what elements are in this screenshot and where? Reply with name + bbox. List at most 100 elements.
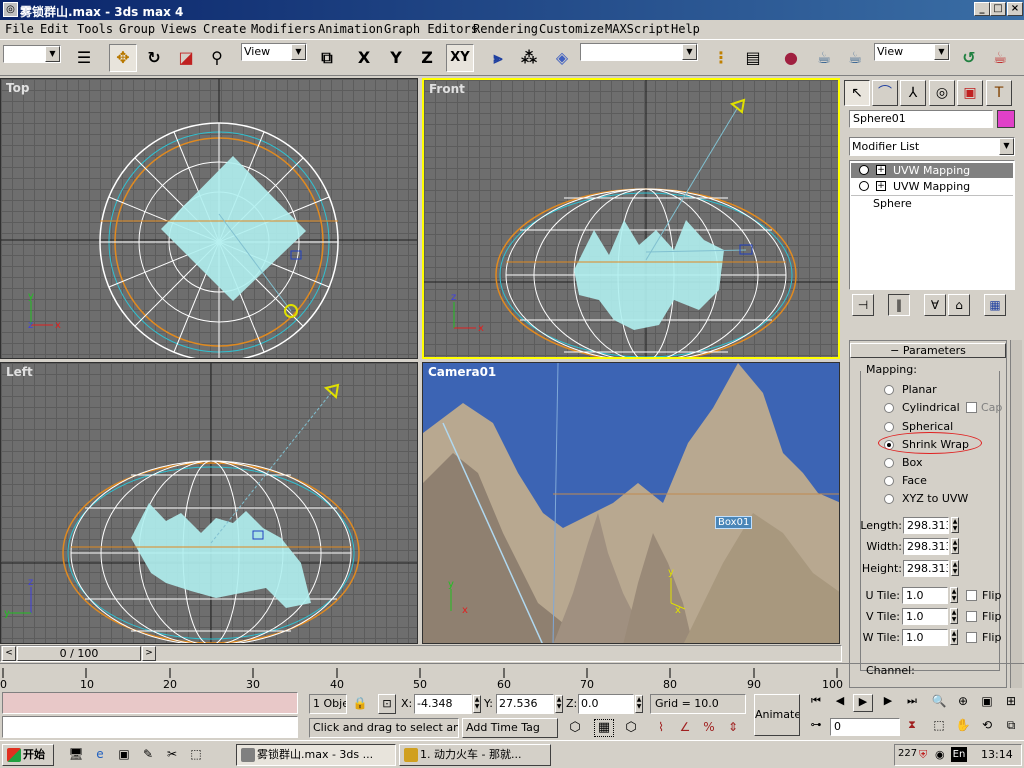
- y-coord-spinner[interactable]: ▲ ▼: [555, 695, 563, 713]
- time-next-arrow-icon[interactable]: >: [142, 646, 156, 661]
- stack-item-uvw-mapping-2[interactable]: + UVW Mapping: [851, 179, 1013, 194]
- schematic-view-icon[interactable]: ▤: [739, 44, 767, 72]
- close-button[interactable]: ×: [1007, 2, 1023, 16]
- remove-modifier-icon[interactable]: ⌂: [948, 294, 970, 316]
- shield-icon[interactable]: ⛨: [919, 748, 927, 762]
- render-scene-icon[interactable]: ☕: [810, 44, 838, 72]
- tray-icon[interactable]: ◉: [935, 748, 945, 761]
- cap-checkbox[interactable]: [966, 402, 977, 413]
- axis-x-button[interactable]: X: [350, 44, 378, 72]
- create-tab-icon[interactable]: ↖: [844, 80, 870, 106]
- length-input[interactable]: 298.313: [903, 517, 949, 534]
- array-icon[interactable]: ⁂: [515, 44, 543, 72]
- u-tile-spinner[interactable]: ▲ ▼: [950, 587, 958, 603]
- z-coord-input[interactable]: 0.0: [578, 694, 634, 714]
- track-bar-ruler[interactable]: 0 10 20 30 40 50 60 70 80 90 100: [0, 663, 1024, 691]
- region-zoom-icon[interactable]: ⬚: [930, 718, 948, 736]
- ie-icon[interactable]: e: [92, 747, 108, 763]
- menu-file[interactable]: File: [5, 22, 34, 36]
- axis-z-button[interactable]: Z: [413, 44, 441, 72]
- menu-help[interactable]: Help: [671, 22, 700, 36]
- scale-icon[interactable]: ◪: [172, 44, 200, 72]
- lightbulb-icon[interactable]: [859, 165, 869, 175]
- time-prev-arrow-icon[interactable]: <: [2, 646, 16, 661]
- maximize-viewport-icon[interactable]: ⧉: [1002, 718, 1020, 736]
- expand-plus-icon[interactable]: +: [876, 181, 886, 191]
- time-configuration-icon[interactable]: ⧗: [902, 718, 922, 736]
- u-flip-checkbox[interactable]: [966, 590, 977, 601]
- radio-spherical[interactable]: [884, 422, 894, 432]
- modifier-stack[interactable]: + UVW Mapping + UVW Mapping Sphere: [849, 160, 1015, 290]
- previous-frame-icon[interactable]: ◀: [830, 694, 850, 712]
- width-spinner[interactable]: ▲ ▼: [951, 538, 959, 554]
- angle-snap-icon[interactable]: ∠: [676, 720, 694, 738]
- lightbulb-icon[interactable]: [859, 181, 869, 191]
- animate-button[interactable]: Animate: [754, 694, 800, 736]
- configure-modifier-sets-icon[interactable]: ▦: [984, 294, 1006, 316]
- viewport-label-camera[interactable]: Camera01: [428, 365, 496, 379]
- height-input[interactable]: 298.313: [903, 560, 949, 577]
- pan-hand-icon[interactable]: ✋: [954, 718, 972, 736]
- make-unique-icon[interactable]: ∀: [924, 294, 946, 316]
- input-language-indicator[interactable]: En: [951, 747, 967, 762]
- add-time-tag-button[interactable]: Add Time Tag: [462, 718, 558, 738]
- viewport-camera[interactable]: y x x y Camera01 Box01: [422, 362, 840, 644]
- menu-customize[interactable]: Customize: [539, 22, 604, 36]
- object-color-swatch[interactable]: [997, 110, 1015, 128]
- length-spinner[interactable]: ▲ ▼: [951, 517, 959, 533]
- motion-tab-icon[interactable]: ◎: [929, 80, 955, 106]
- y-coord-input[interactable]: 27.536: [496, 694, 554, 714]
- time-slider-thumb[interactable]: 0 / 100: [17, 646, 141, 661]
- reference-coordinate-dropdown[interactable]: View ▼: [241, 43, 307, 61]
- pin-stack-icon[interactable]: ⊣: [852, 294, 874, 316]
- viewport-front[interactable]: Front z x: [422, 78, 840, 359]
- spinner-snap-icon[interactable]: ⇕: [724, 720, 742, 738]
- track-view-icon[interactable]: ⋮: [707, 44, 735, 72]
- start-button[interactable]: 开始: [2, 744, 54, 766]
- render-type-dropdown[interactable]: View ▼: [874, 43, 950, 61]
- select-by-name-icon[interactable]: ☰: [70, 44, 98, 72]
- parameters-rollout-header[interactable]: − Parameters: [850, 343, 1006, 358]
- menu-animation[interactable]: Animation: [318, 22, 383, 36]
- selection-filter-dropdown[interactable]: ▼: [3, 45, 61, 63]
- menu-rendering[interactable]: Rendering: [473, 22, 538, 36]
- maximize-button[interactable]: □: [990, 2, 1006, 16]
- current-frame-input[interactable]: 0: [830, 718, 900, 736]
- go-to-end-icon[interactable]: ⏭: [902, 694, 922, 712]
- lock-selection-icon[interactable]: 🔒: [352, 696, 368, 712]
- go-to-start-icon[interactable]: ⏮: [806, 694, 826, 712]
- move-icon[interactable]: ✥: [109, 44, 137, 72]
- hierarchy-tab-icon[interactable]: ⅄: [900, 80, 926, 106]
- menu-tools[interactable]: Tools: [77, 22, 113, 36]
- rotate-icon[interactable]: ↻: [140, 44, 168, 72]
- maxscript-listener-mini[interactable]: [2, 692, 298, 714]
- z-coord-spinner[interactable]: ▲ ▼: [635, 695, 643, 713]
- menu-group[interactable]: Group: [119, 22, 155, 36]
- radio-planar[interactable]: [884, 385, 894, 395]
- viewport-left[interactable]: Left z y: [0, 362, 418, 644]
- quicklaunch-icon[interactable]: ✂: [164, 747, 180, 763]
- modify-tab-icon[interactable]: ⌒: [872, 80, 898, 106]
- utilities-tab-icon[interactable]: T: [986, 80, 1012, 106]
- quicklaunch-icon[interactable]: ▣: [116, 747, 132, 763]
- menu-views[interactable]: Views: [161, 22, 197, 36]
- selection-mode-icon[interactable]: ▦: [594, 719, 614, 737]
- stack-item-uvw-mapping-1[interactable]: + UVW Mapping: [851, 163, 1013, 178]
- maxscript-input-mini[interactable]: [2, 716, 298, 738]
- w-tile-input[interactable]: 1.0: [902, 629, 948, 646]
- manipulate-icon[interactable]: ⚲: [203, 44, 231, 72]
- menu-create[interactable]: Create: [203, 22, 246, 36]
- align-icon[interactable]: ◈: [548, 44, 576, 72]
- w-flip-checkbox[interactable]: [966, 632, 977, 643]
- w-tile-spinner[interactable]: ▲ ▼: [950, 629, 958, 645]
- zoom-extents-icon[interactable]: ▣: [978, 694, 996, 712]
- absolute-mode-icon[interactable]: ⊡: [378, 694, 396, 714]
- percent-snap-icon[interactable]: %: [700, 720, 718, 738]
- show-end-result-icon[interactable]: ‖: [888, 294, 910, 316]
- x-coord-spinner[interactable]: ▲ ▼: [473, 695, 481, 713]
- menu-graph-editors[interactable]: Graph Editors: [384, 22, 478, 36]
- viewport-top[interactable]: Top y x z: [0, 78, 418, 359]
- axis-xy-button[interactable]: XY: [446, 44, 474, 72]
- minimize-button[interactable]: _: [974, 2, 990, 16]
- menu-modifiers[interactable]: Modifiers: [251, 22, 316, 36]
